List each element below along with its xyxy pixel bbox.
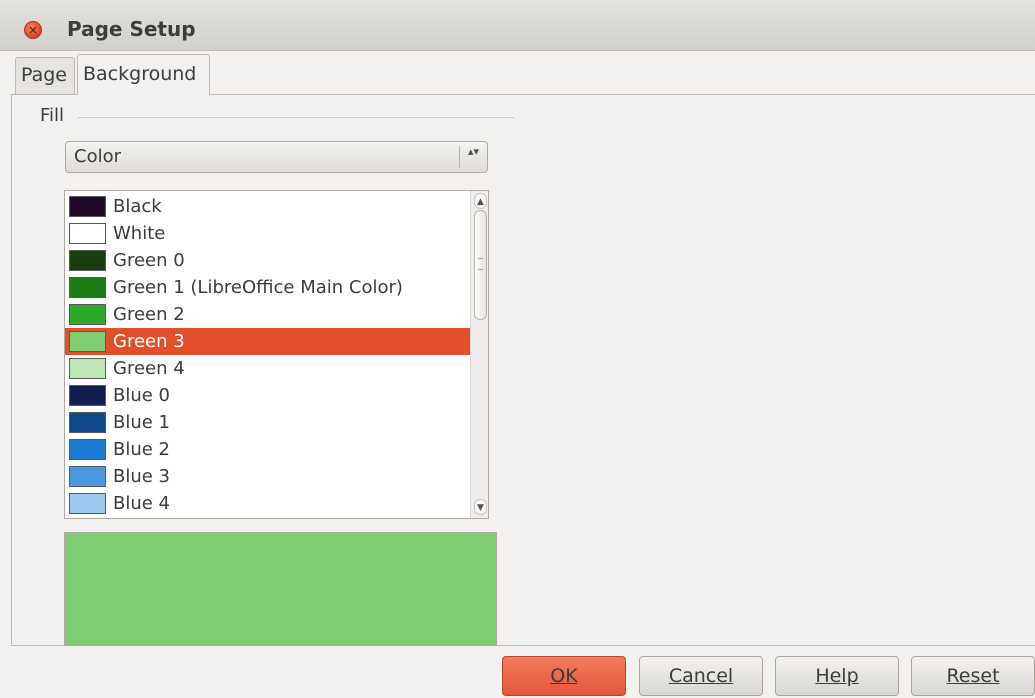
fill-section-label: Fill — [40, 105, 65, 126]
list-item-label: Green 2 — [113, 304, 185, 325]
list-item-label: Green 3 — [113, 331, 185, 352]
color-swatch — [69, 331, 106, 352]
color-list[interactable]: Black White Green 0 Green 1 (LibreOffice Ma… — [64, 190, 489, 519]
list-item-label: Green 1 (LibreOffice Main Color) — [113, 277, 403, 298]
scroll-thumb[interactable] — [474, 210, 487, 320]
list-item[interactable]: Green 4 — [65, 355, 470, 382]
list-item[interactable]: Black — [65, 193, 470, 220]
tab-background[interactable]: Background — [77, 54, 210, 95]
list-item-label: Blue 1 — [113, 412, 171, 433]
list-item[interactable]: Green 2 — [65, 301, 470, 328]
list-item[interactable]: Blue 0 — [65, 382, 470, 409]
color-swatch — [69, 385, 106, 406]
list-item[interactable]: Blue 2 — [65, 436, 470, 463]
ok-button[interactable]: OK — [502, 656, 626, 696]
list-item[interactable]: Blue 3 — [65, 463, 470, 490]
cancel-button[interactable]: Cancel — [639, 656, 763, 696]
color-swatch — [69, 196, 106, 217]
vertical-scrollbar[interactable]: ▲ ▼ — [470, 191, 488, 518]
color-swatch — [69, 223, 106, 244]
color-swatch — [69, 439, 106, 460]
list-item-label: Blue 3 — [113, 466, 171, 487]
list-item[interactable]: Green 1 (LibreOffice Main Color) — [65, 274, 470, 301]
list-item-label: Blue 0 — [113, 385, 171, 406]
reset-button[interactable]: Reset — [911, 656, 1035, 696]
list-item[interactable]: White — [65, 220, 470, 247]
scroll-up-icon[interactable]: ▲ — [474, 193, 487, 209]
window-title: Page Setup — [67, 17, 196, 41]
list-item[interactable]: Green 0 — [65, 247, 470, 274]
list-item[interactable]: Green 3 — [65, 328, 470, 355]
fill-type-select[interactable]: Color ▴▾ — [65, 141, 488, 173]
list-item-label: Black — [113, 196, 162, 217]
list-item-label: Green 0 — [113, 250, 185, 271]
color-swatch — [69, 304, 106, 325]
list-item-label: Blue 4 — [113, 493, 171, 514]
color-swatch — [69, 250, 106, 271]
grip-icon — [478, 258, 483, 270]
chevron-updown-icon: ▴▾ — [459, 146, 487, 168]
color-preview — [64, 532, 497, 646]
color-swatch — [69, 466, 106, 487]
scroll-down-icon[interactable]: ▼ — [474, 499, 487, 515]
list-item-label: White — [113, 223, 166, 244]
fill-type-value: Color — [74, 146, 121, 167]
help-button[interactable]: Help — [775, 656, 899, 696]
list-item[interactable]: Blue 1 — [65, 409, 470, 436]
color-swatch — [69, 277, 106, 298]
list-item-label: Blue 2 — [113, 439, 171, 460]
tab-page[interactable]: Page — [15, 57, 75, 94]
title-bar: × Page Setup — [0, 0, 1035, 51]
color-swatch — [69, 412, 106, 433]
color-swatch — [69, 493, 106, 514]
section-divider — [78, 117, 514, 118]
list-item-label: Green 4 — [113, 358, 185, 379]
color-swatch — [69, 358, 106, 379]
list-item[interactable]: Blue 4 — [65, 490, 470, 517]
close-icon[interactable]: × — [24, 21, 42, 39]
